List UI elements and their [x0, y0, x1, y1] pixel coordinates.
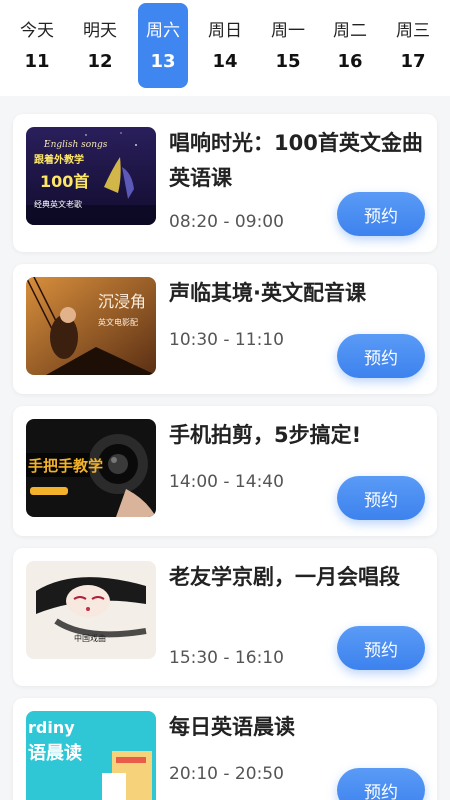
- thumb-line: 中国戏曲: [74, 633, 106, 643]
- course-title: 老友学京剧，一月会唱段: [169, 565, 400, 589]
- thumb-line: 手把手教学: [28, 457, 103, 475]
- date-selector: 今天 11 明天 12 周六 13 周日 14 周一 15 周二 16 周三 1…: [0, 0, 450, 96]
- course-title: 手机拍剪，5步搞定!: [169, 423, 362, 447]
- thumbnail-movie-dubbing-image: 沉浸角 英文电影配: [26, 277, 156, 375]
- course-time: 20:10 - 20:50: [169, 764, 284, 784]
- date-day: 12: [87, 51, 113, 72]
- course-thumbnail: 沉浸角 英文电影配: [26, 277, 156, 375]
- thumb-line: 100首: [40, 172, 89, 191]
- book-button[interactable]: 预约: [337, 626, 425, 670]
- date-tab-tomorrow[interactable]: 明天 12: [75, 3, 125, 88]
- thumb-line: rdiny: [28, 718, 75, 737]
- date-day: 14: [212, 51, 238, 72]
- thumbnail-morning-reading-image: rdiny 语晨读: [26, 711, 156, 800]
- date-day: 11: [24, 51, 50, 72]
- thumb-line: 英文电影配: [98, 317, 138, 327]
- thumbnail-peking-opera-image: 中国戏曲: [26, 561, 156, 659]
- date-weekday: 周三: [396, 21, 430, 41]
- date-tab-sunday[interactable]: 周日 14: [200, 3, 250, 88]
- course-thumbnail: English songs 跟着外教学 100首 经典英文老歌: [26, 127, 156, 225]
- date-day: 16: [337, 51, 363, 72]
- date-weekday: 周日: [208, 21, 242, 41]
- thumbnail-phone-editing-image: 手把手教学: [26, 419, 156, 517]
- book-button[interactable]: 预约: [337, 476, 425, 520]
- course-time: 08:20 - 09:00: [169, 212, 284, 232]
- date-weekday: 周六: [146, 21, 180, 41]
- date-day: 13: [150, 51, 176, 72]
- course-thumbnail: rdiny 语晨读: [26, 711, 156, 800]
- course-card[interactable]: 中国戏曲 老友学京剧，一月会唱段 15:30 - 16:10 预约: [13, 548, 437, 686]
- course-title: 每日英语晨读: [169, 715, 295, 739]
- book-button[interactable]: 预约: [337, 334, 425, 378]
- course-card[interactable]: 沉浸角 英文电影配 声临其境·英文配音课 10:30 - 11:10 预约: [13, 264, 437, 394]
- book-button[interactable]: 预约: [337, 192, 425, 236]
- thumb-line: 语晨读: [28, 742, 82, 764]
- thumb-line: 跟着外教学: [34, 153, 84, 166]
- course-title: 唱响时光：100首英文金曲英语课: [169, 131, 423, 190]
- course-thumbnail: 手把手教学: [26, 419, 156, 517]
- thumb-line: 沉浸角: [98, 292, 146, 311]
- date-tab-today[interactable]: 今天 11: [12, 3, 62, 88]
- course-time: 14:00 - 14:40: [169, 472, 284, 492]
- date-weekday: 今天: [20, 21, 54, 41]
- thumb-line: 经典英文老歌: [34, 199, 82, 209]
- course-card[interactable]: English songs 跟着外教学 100首 经典英文老歌 唱响时光：100…: [13, 114, 437, 252]
- course-time: 15:30 - 16:10: [169, 648, 284, 668]
- thumbnail-english-songs-image: English songs 跟着外教学 100首 经典英文老歌: [26, 127, 156, 225]
- course-card[interactable]: 手把手教学 手机拍剪，5步搞定! 14:00 - 14:40 预约: [13, 406, 437, 536]
- course-thumbnail: 中国戏曲: [26, 561, 156, 659]
- book-button[interactable]: 预约: [337, 768, 425, 800]
- date-tab-monday[interactable]: 周一 15: [263, 3, 313, 88]
- course-time: 10:30 - 11:10: [169, 330, 284, 350]
- date-weekday: 周一: [271, 21, 305, 41]
- date-tab-wednesday[interactable]: 周三 17: [388, 3, 438, 88]
- date-day: 17: [400, 51, 426, 72]
- date-day: 15: [275, 51, 301, 72]
- date-weekday: 周二: [333, 21, 367, 41]
- date-tab-tuesday[interactable]: 周二 16: [325, 3, 375, 88]
- date-weekday: 明天: [83, 21, 117, 41]
- course-title: 声临其境·英文配音课: [169, 281, 366, 305]
- date-tab-saturday[interactable]: 周六 13: [138, 3, 188, 88]
- thumb-line: English songs: [43, 140, 108, 150]
- course-card[interactable]: rdiny 语晨读 每日英语晨读 20:10 - 20:50 预约: [13, 698, 437, 800]
